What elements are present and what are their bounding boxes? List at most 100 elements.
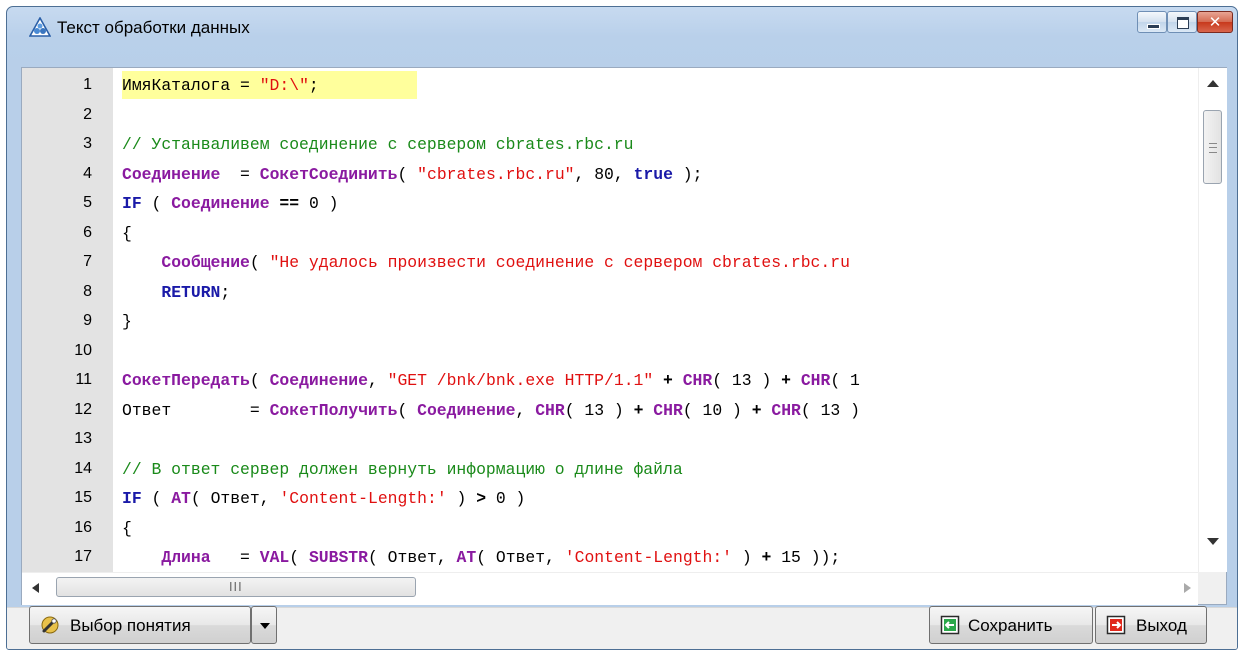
code-token: > — [476, 489, 496, 508]
code-token: ( — [564, 400, 585, 420]
horizontal-scrollbar[interactable]: III — [22, 572, 1198, 605]
scroll-up-icon[interactable] — [1207, 80, 1219, 87]
code-token: + — [751, 400, 772, 420]
code-token: 13 — [820, 400, 841, 420]
code-token: 10 — [702, 400, 723, 420]
chevron-down-icon — [260, 623, 270, 629]
code-token: { — [122, 223, 132, 243]
code-token: ( — [249, 371, 270, 390]
code-token: Соединение — [171, 194, 270, 213]
code-token: , — [367, 371, 388, 390]
save-icon — [940, 615, 960, 635]
code-token: , — [545, 548, 565, 567]
code-token: СокетСоединить — [259, 164, 398, 184]
code-token: // В ответ сервер должен вернуть информа… — [122, 459, 683, 479]
save-button[interactable]: Сохранить — [929, 606, 1093, 644]
scroll-right-icon[interactable] — [1184, 583, 1191, 593]
line-number: 17 — [74, 548, 92, 565]
code-line[interactable]: ИмяКаталога = "D:\"; — [122, 71, 417, 100]
code-token: "cbrates.rbc.ru" — [417, 164, 575, 184]
window-title: Текст обработки данных — [57, 18, 250, 37]
code-token: "D:\" — [259, 76, 309, 95]
code-line[interactable]: СокетПередать( Соединение, "GET /bnk/bnk… — [122, 366, 860, 395]
maximize-button[interactable] — [1167, 11, 1197, 33]
code-token: Соединение — [122, 164, 221, 184]
scroll-left-icon[interactable] — [32, 583, 39, 593]
code-token: ) — [732, 548, 762, 567]
title-bar[interactable]: Текст обработки данных ✕ — [7, 7, 1237, 43]
minimize-button[interactable] — [1137, 11, 1167, 33]
code-line[interactable]: RETURN; — [122, 278, 230, 307]
code-token: = — [249, 400, 270, 420]
code-token: + — [781, 371, 801, 390]
app-icon — [29, 17, 51, 37]
exit-button[interactable]: Выход — [1095, 606, 1207, 644]
line-number: 12 — [74, 400, 92, 418]
choose-concept-dropdown[interactable] — [251, 606, 277, 644]
code-token: , — [574, 164, 595, 184]
code-token: ) — [318, 194, 339, 213]
close-button[interactable]: ✕ — [1197, 11, 1233, 33]
code-token: Ответ — [495, 548, 546, 567]
horizontal-scroll-thumb[interactable]: III — [56, 577, 416, 597]
code-token: ( — [190, 489, 211, 508]
code-token: CHR — [771, 400, 801, 420]
code-line[interactable]: } — [122, 307, 132, 336]
code-token: CHR — [653, 400, 683, 420]
line-number: 7 — [83, 253, 92, 270]
code-line[interactable]: Ответ = СокетПолучить( Соединение, CHR( … — [122, 396, 860, 425]
code-token: ) — [505, 489, 526, 508]
code-token: СокетПолучить — [269, 400, 398, 420]
code-token: ; — [308, 76, 319, 95]
code-token: , — [436, 548, 457, 567]
code-token: ) — [604, 400, 634, 420]
code-token: ( — [397, 400, 418, 420]
code-line[interactable]: { — [122, 514, 132, 543]
code-token: ) — [722, 400, 752, 420]
code-editor[interactable]: 1 2 3 4 5 6 7 8 9 10 11 12 13 14 15 16 17 ИмяКаталога = … — [21, 67, 1227, 605]
code-token: = — [220, 164, 260, 184]
choose-concept-label: Выбор понятия — [70, 616, 191, 635]
button-bar: Выбор понятия Сохранить Выход — [7, 606, 1237, 649]
code-token: СокетПередать — [122, 371, 250, 390]
code-line[interactable]: // В ответ сервер должен вернуть информа… — [122, 455, 683, 484]
code-token: ( — [682, 400, 703, 420]
scroll-down-icon[interactable] — [1207, 538, 1219, 545]
code-token: Сообщение — [161, 253, 250, 272]
line-number: 5 — [83, 194, 92, 211]
code-token: 'Content-Length:' — [279, 489, 447, 508]
code-token: 15 — [781, 548, 801, 567]
code-token: CHR — [800, 371, 831, 390]
code-token: SUBSTR — [308, 548, 368, 567]
code-token: ( — [800, 400, 821, 420]
code-token: CHR — [535, 400, 565, 420]
grip-icon: III — [229, 580, 243, 594]
code-token: ; — [220, 282, 231, 302]
code-token: AT — [456, 548, 477, 567]
code-line[interactable]: IF ( Соединение == 0 ) — [122, 189, 338, 218]
code-token: ) — [446, 489, 477, 508]
vertical-scrollbar[interactable] — [1198, 68, 1227, 572]
code-token: Ответ — [122, 400, 250, 420]
code-line[interactable]: Соединение = СокетСоединить( "cbrates.rb… — [122, 160, 702, 189]
code-token: Ответ — [210, 489, 260, 508]
code-line[interactable]: IF ( AT( Ответ, 'Content-Length:' ) > 0 … — [122, 484, 525, 513]
maximize-icon — [1177, 17, 1189, 29]
code-token: ИмяКаталога = — [122, 76, 260, 95]
code-token: ( — [249, 253, 270, 272]
vertical-scroll-thumb[interactable] — [1203, 110, 1222, 184]
code-token: ) — [840, 400, 860, 420]
choose-concept-button[interactable]: Выбор понятия — [29, 606, 251, 644]
code-line[interactable]: Длина = VAL( SUBSTR( Ответ, AT( Ответ, '… — [122, 543, 840, 572]
code-area[interactable]: ИмяКаталога = "D:\"; // Устанваливем соед… — [122, 68, 1198, 572]
line-number: 3 — [83, 135, 92, 152]
code-line[interactable]: // Устанваливем соединение с сервером cb… — [122, 130, 633, 159]
code-line[interactable]: Сообщение( "Не удалось произвести соедин… — [122, 248, 850, 277]
code-line[interactable]: { — [122, 219, 132, 248]
code-token: 'Content-Length:' — [564, 548, 732, 567]
code-token: = — [210, 548, 260, 567]
line-number: 10 — [74, 341, 92, 359]
code-token: , — [613, 164, 634, 184]
exit-label: Выход — [1136, 616, 1187, 635]
